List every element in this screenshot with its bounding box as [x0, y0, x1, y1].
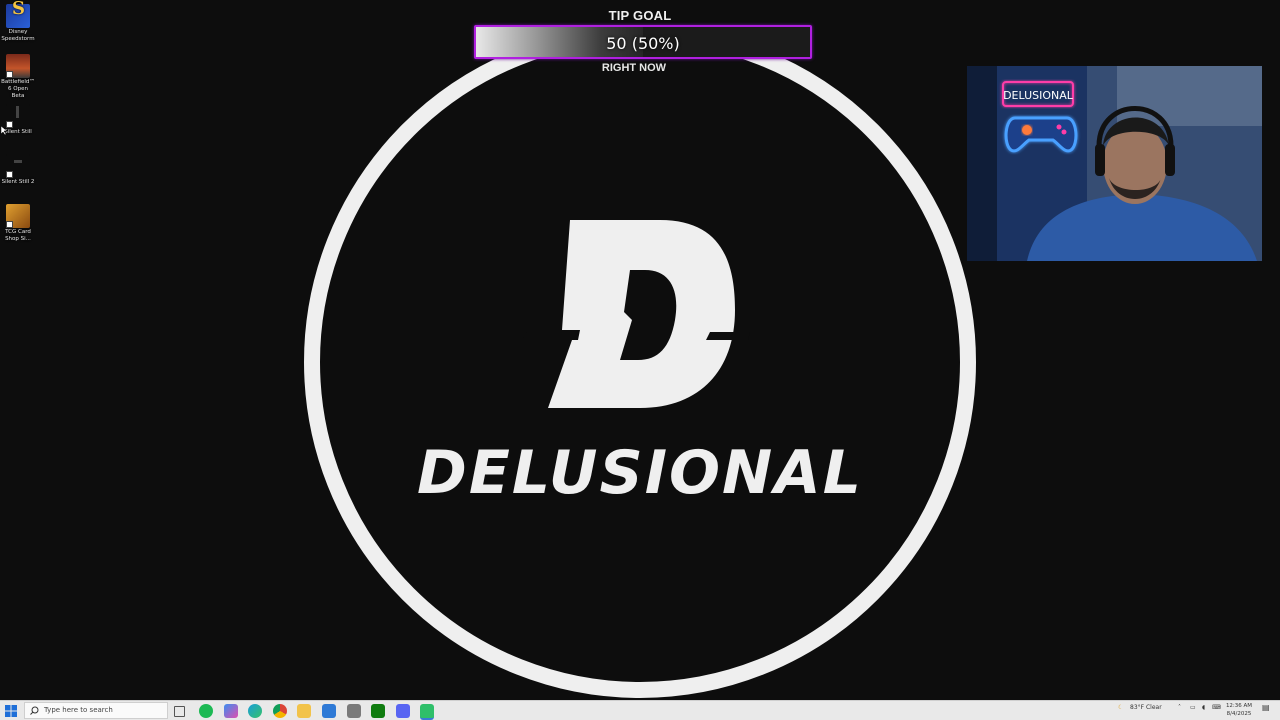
tcg-card-shop-icon	[6, 204, 30, 228]
tip-goal-title: TIP GOAL	[608, 8, 672, 23]
edge-icon[interactable]	[248, 704, 262, 718]
battlefield-icon	[6, 54, 30, 78]
silent-still-2-icon	[6, 154, 30, 178]
clock-time: 12:36 AM	[1225, 703, 1253, 709]
webcam-scene: DELUSIONAL	[967, 66, 1262, 261]
desktop-icon-silent-still-2[interactable]: Silent Still 2	[0, 154, 36, 186]
disney-speedstorm-icon: S	[6, 0, 30, 28]
tip-goal-subtitle: RIGHT NOW	[601, 62, 667, 74]
tip-goal-progress-bar: 50 (50%)	[474, 25, 812, 59]
network-icon[interactable]: ▭	[1190, 704, 1196, 711]
task-view-icon[interactable]	[174, 706, 185, 717]
file-explorer-icon[interactable]	[297, 704, 311, 718]
spotify-icon[interactable]	[199, 704, 213, 718]
webcam-neon-sign-text: DELUSIONAL	[1003, 89, 1074, 102]
app-icon[interactable]	[420, 704, 434, 720]
chrome-icon[interactable]	[273, 704, 287, 718]
desktop-icon-label: Battlefield™ 6 Open Beta	[1, 79, 35, 99]
volume-icon[interactable]: ◖	[1202, 704, 1205, 711]
copilot-icon[interactable]	[224, 704, 238, 718]
taskbar-clock[interactable]: 12:36 AM 8/4/2025	[1222, 702, 1256, 718]
weather-text[interactable]: 83°F Clear	[1130, 704, 1162, 711]
desktop-icon-tcg-card-shop[interactable]: TCG Card Shop Si...	[0, 204, 36, 243]
desktop-icon-battlefield[interactable]: Battlefield™ 6 Open Beta	[0, 54, 36, 100]
taskbar-search-box[interactable]: Type here to search	[24, 702, 168, 719]
xbox-icon[interactable]	[371, 704, 385, 718]
language-icon[interactable]: ⌨	[1212, 704, 1221, 711]
desktop-icon-label: TCG Card Shop Si...	[5, 229, 31, 242]
tip-goal-value: 50 (50%)	[606, 34, 680, 53]
calculator-icon[interactable]	[347, 704, 361, 718]
weather-icon[interactable]: ☾	[1118, 704, 1123, 711]
mouse-cursor-icon	[1, 126, 7, 135]
mail-icon[interactable]	[322, 704, 336, 718]
discord-icon[interactable]	[396, 704, 410, 718]
search-placeholder: Type here to search	[44, 706, 113, 714]
delusional-d-logo-icon	[522, 220, 750, 408]
desktop-icon-disney-speedstorm[interactable]: S Disney Speedstorm	[0, 0, 36, 43]
webcam-feed: DELUSIONAL	[967, 66, 1262, 261]
clock-date: 8/4/2025	[1226, 711, 1252, 717]
taskbar: Type here to search ☾ 83°F Clear ˄ ▭ ◖ ⌨…	[0, 700, 1280, 720]
notifications-icon[interactable]: ▤	[1262, 703, 1270, 712]
windows-start-icon[interactable]	[4, 704, 18, 718]
search-icon	[30, 706, 39, 715]
desktop-icon-label: Disney Speedstorm	[1, 29, 35, 42]
tray-chevron-icon[interactable]: ˄	[1178, 704, 1181, 711]
desktop-icon-label: Silent Still 2	[1, 179, 35, 185]
logo-text: DELUSIONAL	[417, 438, 863, 508]
silent-still-icon	[6, 104, 30, 128]
